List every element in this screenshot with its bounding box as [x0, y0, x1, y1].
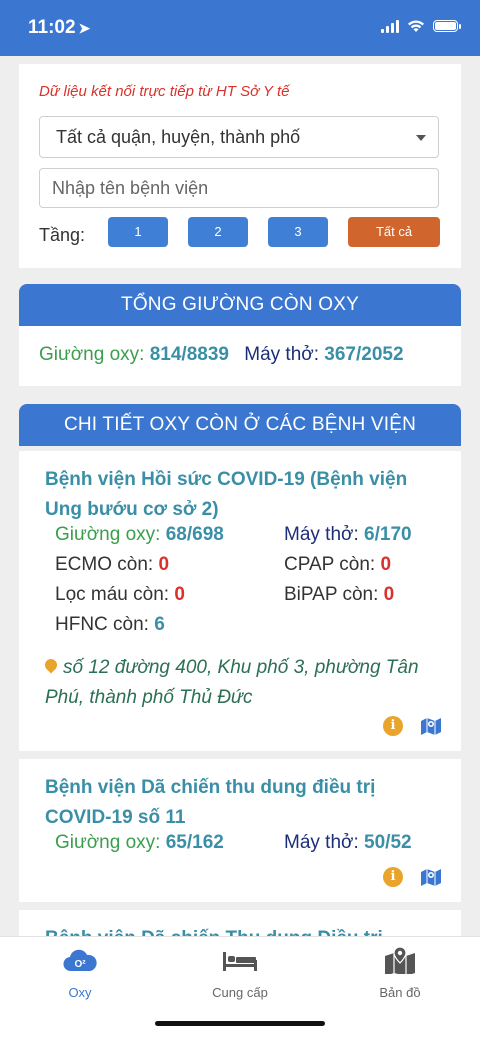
cpap-label: CPAP còn: [284, 554, 376, 575]
district-select-value: Tất cả quận, huyện, thành phố [56, 127, 301, 147]
status-bar: 11:02 ➤ [0, 0, 480, 56]
hospital-name[interactable]: Bệnh viện Dã chiến thu dung điều trị COV… [45, 773, 445, 833]
hospital-name[interactable]: Bệnh viện Hồi sức COVID-19 (Bệnh viện Un… [45, 465, 445, 525]
ecmo-stat: ECMO còn: 0 [55, 554, 169, 576]
hfnc-stat: HFNC còn: 6 [55, 614, 165, 636]
oxygen-beds-value: 65/162 [165, 832, 224, 853]
ventilator-stat: Máy thở: 50/52 [284, 832, 412, 854]
map-icon[interactable] [420, 867, 442, 887]
oxygen-beds-stat: Giường oxy: 65/162 [55, 832, 224, 854]
tab-bar: O² Oxy Cung cấp Bản đồ [0, 936, 480, 1039]
ventilator-value: 50/52 [364, 832, 412, 853]
status-time: 11:02 ➤ [28, 17, 90, 39]
tab-oxy-label: Oxy [68, 985, 92, 1000]
hospital-card[interactable]: Bệnh viện Dã chiến Thu dung Điều trị [19, 910, 461, 936]
floor-all-button[interactable]: Tất cả [348, 217, 440, 247]
home-indicator [155, 1021, 325, 1026]
dropdown-caret-icon [416, 135, 426, 141]
bed-icon [223, 952, 257, 971]
tab-supply-label: Cung cấp [212, 985, 268, 1000]
dialysis-value: 0 [174, 584, 185, 605]
bipap-value: 0 [383, 584, 395, 605]
oxygen-beds-label: Giường oxy: [55, 524, 161, 545]
ecmo-label: ECMO còn: [55, 554, 154, 575]
tab-oxy[interactable]: O² Oxy [0, 937, 160, 1007]
status-indicators [381, 19, 461, 33]
hospital-search-input[interactable] [39, 168, 439, 208]
ventilator-stat: Máy thở: 6/170 [284, 524, 412, 546]
district-select[interactable]: Tất cả quận, huyện, thành phố [39, 116, 439, 158]
hfnc-label: HFNC còn: [55, 614, 149, 635]
wifi-icon [408, 20, 424, 32]
info-icon[interactable]: i [383, 867, 403, 887]
info-icon[interactable]: i [383, 716, 403, 736]
cpap-value: 0 [380, 554, 392, 575]
map-icon[interactable] [420, 716, 442, 736]
location-arrow-icon: ➤ [78, 20, 91, 36]
bipap-stat: BiPAP còn: 0 [284, 584, 394, 606]
oxygen-beds-label: Giường oxy: [55, 832, 161, 853]
summary-card: Giường oxy: 814/8839 Máy thở: 367/2052 [19, 326, 461, 386]
oxygen-cloud-icon: O² [63, 949, 97, 972]
ventilator-label: Máy thở: [284, 832, 359, 853]
filter-card: Dữ liệu kết nối trực tiếp từ HT Sở Y tế … [19, 64, 461, 268]
floor-1-button[interactable]: 1 [108, 217, 168, 247]
summary-ventilator-label: Máy thở: [244, 344, 320, 365]
ecmo-value: 0 [158, 554, 170, 575]
tab-map[interactable]: Bản đồ [320, 937, 480, 1007]
summary-oxygen-label: Giường oxy: [39, 344, 145, 365]
summary-line: Giường oxy: 814/8839 Máy thở: 367/2052 [39, 344, 404, 366]
tab-supply[interactable]: Cung cấp [160, 937, 320, 1007]
floor-label: Tầng: [39, 225, 86, 245]
hospital-card[interactable]: Bệnh viện Dã chiến thu dung điều trị COV… [19, 759, 461, 902]
status-time-text: 11:02 [28, 17, 76, 38]
summary-oxygen-value: 814/8839 [149, 344, 229, 365]
dialysis-stat: Lọc máu còn: 0 [55, 584, 185, 606]
oxygen-beds-value: 68/698 [165, 524, 224, 545]
cpap-stat: CPAP còn: 0 [284, 554, 391, 576]
summary-ventilator-value: 367/2052 [324, 344, 404, 365]
floor-3-button[interactable]: 3 [268, 217, 328, 247]
svg-text:O²: O² [74, 959, 86, 970]
location-pin-icon [42, 656, 60, 674]
hospital-address-text: số 12 đường 400, Khu phố 3, phường Tân P… [45, 657, 419, 708]
hospital-address: số 12 đường 400, Khu phố 3, phường Tân P… [42, 653, 445, 713]
hospital-name[interactable]: Bệnh viện Dã chiến Thu dung Điều trị [45, 924, 445, 936]
live-data-note: Dữ liệu kết nối trực tiếp từ HT Sở Y tế [39, 83, 290, 100]
detail-header: CHI TIẾT OXY CÒN Ở CÁC BỆNH VIỆN [19, 404, 461, 446]
floor-2-button[interactable]: 2 [188, 217, 248, 247]
ventilator-value: 6/170 [364, 524, 412, 545]
signal-icon [381, 19, 399, 33]
hospital-card[interactable]: Bệnh viện Hồi sức COVID-19 (Bệnh viện Un… [19, 451, 461, 751]
oxygen-beds-stat: Giường oxy: 68/698 [55, 524, 224, 546]
ventilator-label: Máy thở: [284, 524, 359, 545]
summary-header: TỔNG GIƯỜNG CÒN OXY [19, 284, 461, 326]
hfnc-value: 6 [154, 614, 165, 635]
main-content: Dữ liệu kết nối trực tiếp từ HT Sở Y tế … [0, 56, 480, 936]
bipap-label: BiPAP còn: [284, 584, 379, 605]
dialysis-label: Lọc máu còn: [55, 584, 170, 605]
tab-map-label: Bản đồ [379, 985, 421, 1000]
map-pin-icon [385, 946, 415, 974]
battery-icon [433, 20, 461, 32]
